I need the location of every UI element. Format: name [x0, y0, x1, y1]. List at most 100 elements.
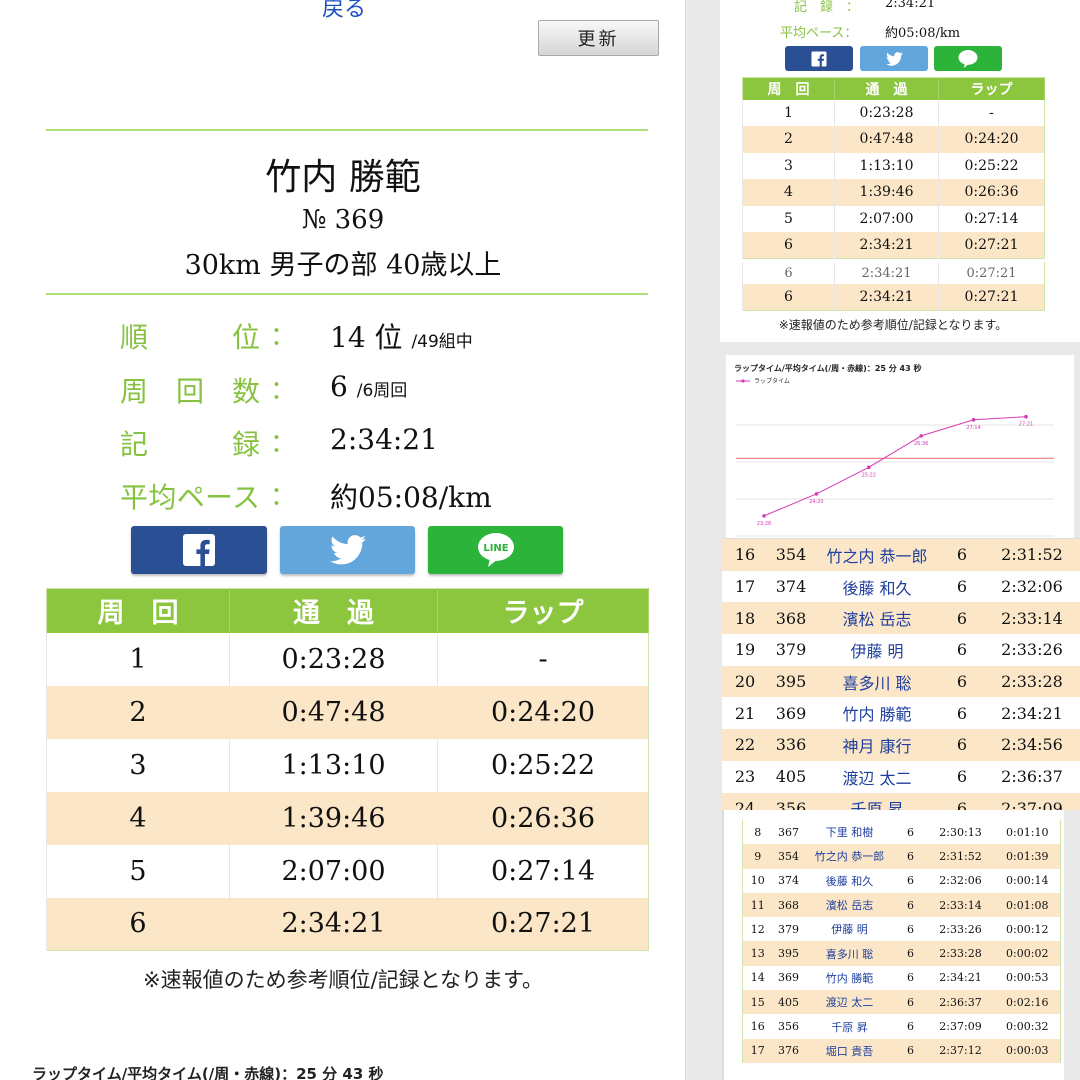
lap-cell: 0:27:14 [437, 844, 649, 898]
ranking-row: 19 379 伊藤 明 6 2:33:26 [722, 634, 1080, 666]
data-label: 25:22 [862, 472, 876, 478]
runner-name-link[interactable]: 後藤 和久 [814, 571, 940, 603]
ranking-cell: 0:00:02 [994, 941, 1061, 966]
lap-cell: 0:27:21 [938, 262, 1045, 284]
line-share-button-small[interactable] [934, 46, 1002, 71]
ranking-cell: 2:36:37 [1001, 767, 1063, 787]
lap-chart-panel: ラップタイム/平均タイム(/周・赤線)：25 分 43 秒 ラップタイム 23:2… [726, 355, 1074, 538]
ranking-cell: 21 [734, 703, 756, 723]
lap-cell: 0:23:28 [229, 632, 438, 686]
runner-name-link[interactable]: 渡辺 太二 [814, 761, 940, 793]
runner-name-link[interactable]: 伊藤 明 [805, 917, 895, 941]
facebook-share-button[interactable] [131, 526, 267, 574]
ranking-cell: 0:00:53 [1006, 971, 1049, 985]
ranking-cell: 374 [775, 577, 807, 597]
data-point [971, 417, 976, 422]
series-line [763, 416, 1027, 517]
ranking-cell: 12 [750, 922, 765, 936]
lap-time-chart: ラップタイム 23:28 24:20 25:22 26:36 27:14 27:21 [736, 377, 1054, 537]
ranking-cell: 2:34:56 [984, 729, 1080, 761]
runner-name-link[interactable]: 千原 昇 [814, 792, 940, 810]
ranking-cell: 6 [940, 602, 984, 635]
back-link[interactable]: 戻る [322, 0, 366, 23]
ranking-cell: 17 [742, 1038, 773, 1063]
provisional-note: ※速報値のため参考順位/記録となります。 [143, 968, 543, 992]
line-share-button[interactable]: LINE [428, 526, 563, 574]
runner-name-link[interactable]: 下里 和樹 [805, 820, 895, 844]
lap-cell: 4 [742, 179, 835, 206]
facebook-icon [811, 50, 827, 67]
ranking-cell: 2:34:21 [1001, 703, 1063, 723]
ranking-cell: 23 [734, 767, 756, 787]
legend-marker [741, 379, 745, 383]
twitter-share-button[interactable] [280, 526, 415, 574]
runner-name-link[interactable]: 堀口 貴吾 [804, 1038, 895, 1063]
line-icon-text: LINE [483, 543, 508, 554]
lap-cell: 0:26:36 [938, 179, 1045, 206]
runner-name-link[interactable]: 伊藤 明 [814, 634, 940, 666]
ranking-cell: 6 [894, 990, 927, 1015]
runner-name-link[interactable]: 神月 康行 [814, 729, 940, 761]
data-label: 24:20 [809, 499, 823, 505]
data-point [1024, 414, 1028, 419]
lap-cell: 1:13:10 [229, 738, 438, 792]
ranking-row: 10 374 後藤 和久 6 2:32:06 0:00:14 [743, 869, 1061, 893]
stat-rank-label: 順 位 [120, 321, 260, 354]
refresh-button[interactable]: 更新 [538, 20, 659, 56]
runner-name-link[interactable]: 後藤 和久 [805, 869, 895, 893]
ranking-cell: 18 [722, 602, 768, 635]
ranking-cell: 14 [750, 971, 765, 985]
lap-chart-title: ラップタイム/平均タイム(/周・赤線)：25 分 43 秒 [32, 1065, 384, 1080]
runner-name-link[interactable]: 喜多川 聡 [804, 941, 895, 966]
ranking-row: 21 369 竹内 勝範 6 2:34:21 [722, 697, 1080, 729]
ranking-cell: 6 [940, 729, 984, 761]
runner-name-link[interactable]: 竹之内 恭一郎 [804, 844, 895, 869]
runner-name-link[interactable]: 竹之内 恭一郎 [814, 539, 940, 571]
ranking-row: 17 374 後藤 和久 6 2:32:06 [722, 571, 1080, 603]
ranking-cell: 8 [754, 825, 762, 839]
ranking-cell: 356 [778, 1020, 799, 1034]
ranking-row: 13 395 喜多川 聡 6 2:33:28 0:00:02 [742, 941, 1061, 966]
twitter-share-button-small[interactable] [860, 46, 928, 71]
runner-name-link[interactable]: 竹内 勝範 [805, 966, 895, 990]
lap-cell: 0:26:36 [437, 791, 649, 845]
ranking-cell: 0:00:14 [1006, 874, 1049, 888]
ranking-cell: 368 [768, 602, 814, 635]
runner-name-link[interactable]: 喜多川 聡 [814, 665, 940, 698]
ranking-cell: 2:31:52 [984, 539, 1080, 571]
lap-header-split: 通 過 [229, 588, 438, 633]
runner-name-link[interactable]: 竹内 勝範 [814, 697, 940, 729]
facebook-share-button-small[interactable] [785, 46, 853, 71]
ranking-cell: 379 [778, 922, 799, 936]
runner-name-link[interactable]: 濱松 岳志 [804, 892, 895, 918]
runner-name-link[interactable]: 濱松 岳志 [814, 602, 940, 635]
lap-table-small: 周 回 通 過 ラップ 1 0:23:28-2 0:47:48 0:24:20 3 1:1… [742, 77, 1045, 259]
ranking-cell: 379 [775, 640, 807, 660]
record-label-small: 記 録 ： [794, 0, 860, 15]
lap-cell: 0:24:20 [437, 685, 649, 739]
lap-row: 2 0:47:48 0:24:20 [742, 126, 1045, 153]
ranking-cell: 2:33:14 [926, 892, 995, 918]
runner-name-link[interactable]: 千原 昇 [805, 1014, 895, 1038]
ranking-cell: 2:32:06 [939, 874, 982, 888]
lap-cell: 4 [46, 791, 230, 845]
ranking-cell: 16 [750, 1020, 765, 1034]
ranking-cell: 10 [750, 874, 765, 888]
line-icon: LINE [477, 533, 514, 567]
divider-bottom [46, 293, 648, 295]
lap-cell: 2:07:00 [834, 205, 939, 232]
runner-name-link[interactable]: 渡辺 太二 [804, 990, 895, 1015]
lap-cell: 0:27:14 [938, 205, 1045, 232]
twitter-icon [329, 535, 366, 565]
data-point [762, 514, 766, 518]
ranking-cell: 2:37:09 [939, 1020, 982, 1034]
ranking-row: 22 336 神月 康行 6 2:34:56 [722, 729, 1080, 761]
lap-cell: 0:24:20 [938, 126, 1045, 153]
ranking-cell: 0:01:39 [994, 844, 1061, 869]
ranking-cell: 2:33:26 [1001, 640, 1063, 660]
ranking-cell: 6 [940, 792, 984, 810]
stat-colon: ： [270, 322, 297, 352]
lap-cell: 2:34:21 [834, 284, 939, 310]
ranking-cell: 15 [742, 990, 773, 1015]
ranking-cell: 6 [907, 874, 914, 888]
